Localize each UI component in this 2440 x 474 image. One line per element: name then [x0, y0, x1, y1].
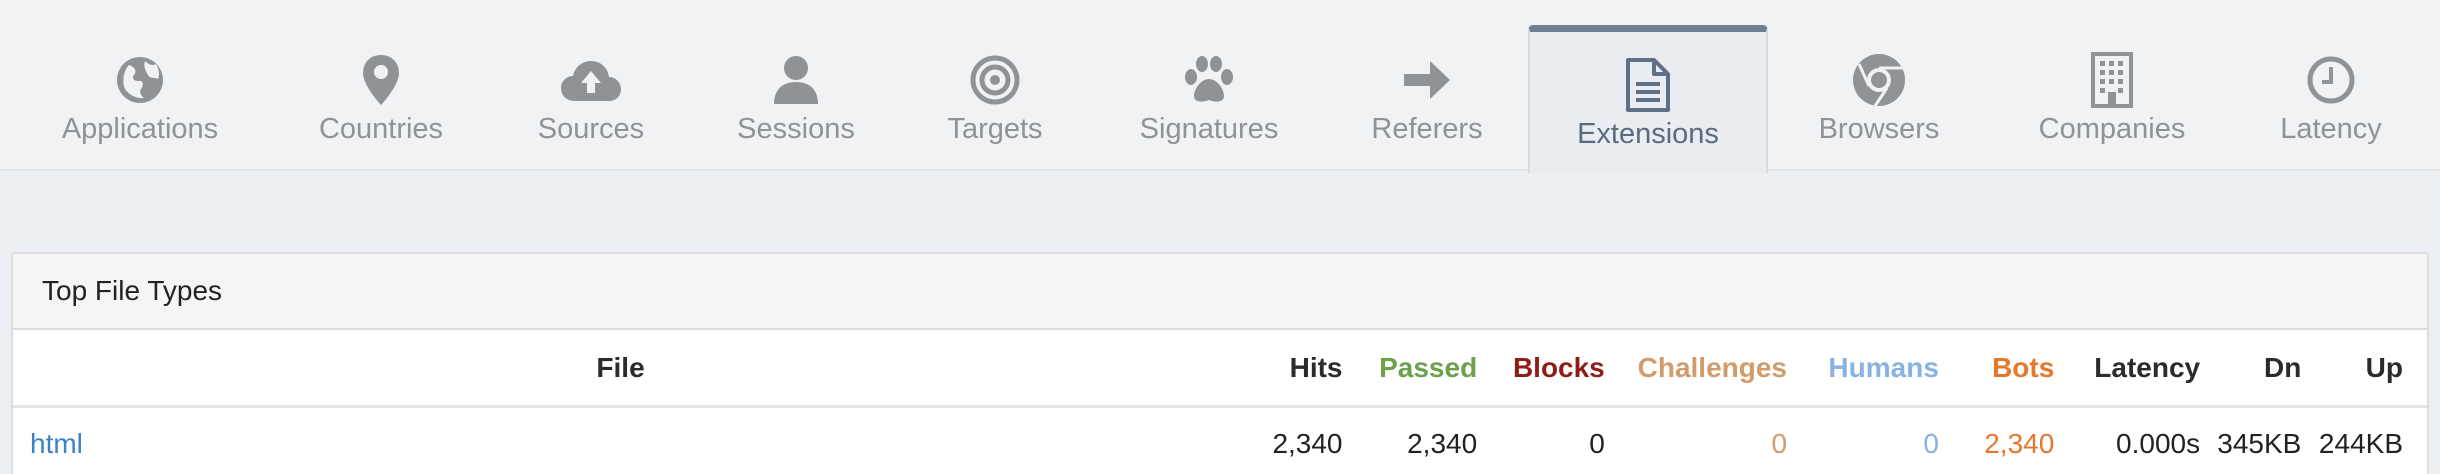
col-hits[interactable]: Hits — [1228, 332, 1343, 408]
globe-icon — [100, 50, 180, 110]
col-passed[interactable]: Passed — [1342, 332, 1478, 408]
cloud-upload-icon — [551, 50, 631, 110]
tab-countries[interactable]: Countries — [291, 0, 471, 171]
tab-sessions[interactable]: Sessions — [716, 0, 876, 171]
col-up[interactable]: Up — [2301, 332, 2427, 408]
building-icon — [2072, 50, 2152, 110]
col-dn[interactable]: Dn — [2200, 332, 2302, 408]
tab-browsers[interactable]: Browsers — [1812, 0, 1946, 171]
cell-up: 244KB — [2318, 427, 2403, 459]
cell-bots: 2,340 — [1984, 427, 2055, 459]
tab-bar: Applications Countries Sources Sessions … — [0, 0, 2440, 173]
col-bots[interactable]: Bots — [1938, 332, 2055, 408]
panel-title: Top File Types — [13, 254, 2427, 330]
tab-label: Companies — [2038, 113, 2186, 145]
cell-passed: 2,340 — [1407, 427, 1478, 459]
paw-icon — [1169, 50, 1249, 110]
cell-hits: 2,340 — [1272, 427, 1343, 459]
table-header-row: File Hits Passed Blocks Challenges Human… — [13, 332, 2427, 408]
tab-label: Latency — [2280, 113, 2382, 145]
cell-challenges: 0 — [1771, 427, 1788, 459]
tab-latency[interactable]: Latency — [2278, 0, 2384, 171]
tab-extensions[interactable]: Extensions — [1528, 25, 1768, 173]
file-types-table: File Hits Passed Blocks Challenges Human… — [13, 332, 2427, 474]
arrow-right-icon — [1387, 50, 1467, 110]
col-challenges[interactable]: Challenges — [1604, 332, 1788, 408]
clock-icon — [2291, 50, 2371, 110]
col-latency[interactable]: Latency — [2054, 332, 2201, 408]
cell-blocks: 0 — [1589, 427, 1605, 459]
tab-sources[interactable]: Sources — [520, 0, 662, 171]
cell-humans: 0 — [1923, 427, 1939, 459]
cell-latency: 0.000s — [2116, 427, 2201, 459]
table-row: html 2,340 2,340 0 0 0 2,340 0.000s 345K… — [13, 406, 2427, 474]
file-text-icon — [1608, 55, 1688, 115]
tab-signatures[interactable]: Signatures — [1133, 0, 1285, 171]
tab-targets[interactable]: Targets — [925, 0, 1065, 171]
tab-companies[interactable]: Companies — [2037, 0, 2187, 171]
tab-label: Countries — [318, 113, 444, 145]
target-icon — [955, 50, 1035, 110]
tab-label: Targets — [947, 113, 1043, 145]
tab-label: Signatures — [1139, 113, 1279, 145]
tab-label: Applications — [61, 113, 219, 145]
map-pin-icon — [341, 50, 421, 110]
col-blocks[interactable]: Blocks — [1477, 332, 1605, 408]
tab-label: Extensions — [1577, 118, 1719, 150]
user-icon — [756, 50, 836, 110]
tab-label: Referers — [1371, 113, 1483, 145]
top-file-types-panel: Top File Types File Hits Passed Blocks C… — [11, 252, 2429, 474]
tab-applications[interactable]: Applications — [40, 0, 240, 171]
col-file[interactable]: File — [13, 332, 1229, 408]
tab-label: Sources — [537, 113, 645, 145]
col-humans[interactable]: Humans — [1787, 332, 1939, 408]
cell-dn: 345KB — [2217, 427, 2302, 459]
file-link[interactable]: html — [30, 428, 83, 459]
tab-label: Sessions — [737, 113, 855, 145]
tab-label: Browsers — [1818, 113, 1940, 145]
chrome-icon — [1839, 50, 1919, 110]
tab-referers[interactable]: Referers — [1370, 0, 1484, 171]
